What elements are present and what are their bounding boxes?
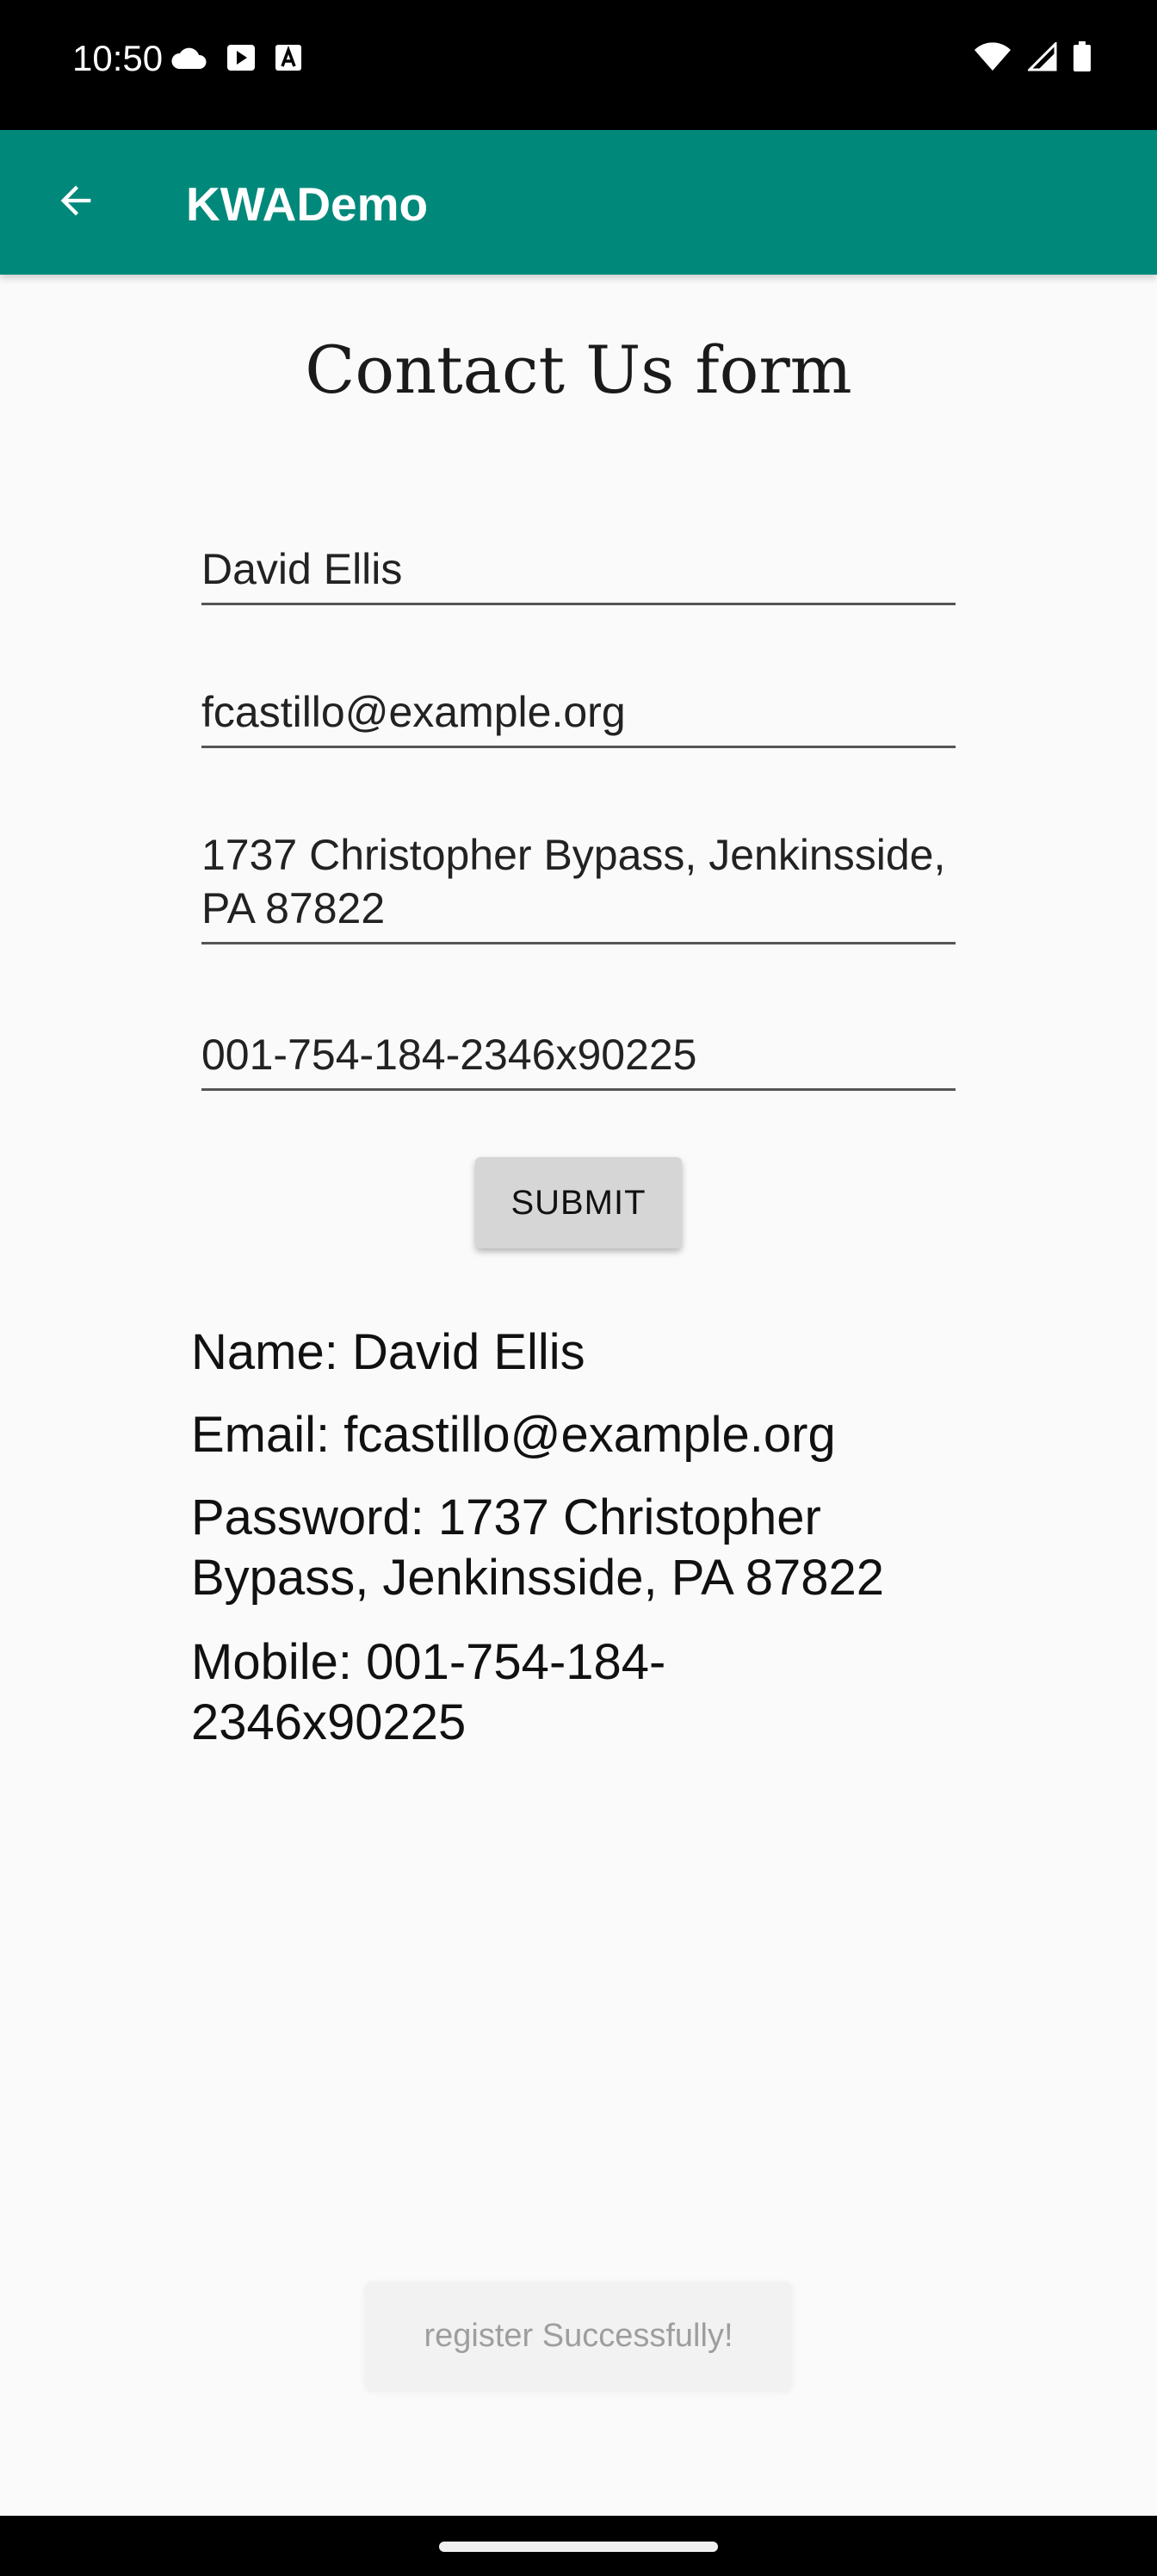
result-email: Email: fcastillo@example.org <box>191 1407 836 1463</box>
battery-icon <box>1073 41 1092 77</box>
address-field[interactable]: 1737 Christopher Bypass, Jenkinsside, PA… <box>201 828 956 944</box>
submit-button[interactable]: SUBMIT <box>475 1157 682 1248</box>
cloud-icon <box>170 43 208 77</box>
toast-message: register Successfully! <box>365 2282 792 2390</box>
play-icon <box>226 43 257 77</box>
status-bar: 10:50 <box>0 0 1157 130</box>
result-mobile: Mobile: 001-754-184-2346x90225 <box>191 1634 666 1750</box>
status-time: 10:50 <box>72 38 164 78</box>
arrow-left-icon <box>53 178 98 227</box>
email-field[interactable]: fcastillo@example.org <box>201 685 956 748</box>
app-title: KWADemo <box>186 177 429 231</box>
form-title: Contact Us form <box>305 331 852 408</box>
wifi-icon <box>973 41 1012 77</box>
app-bar: KWADemo <box>0 130 1157 275</box>
result-password: Password: 1737 Christopher Bypass, Jenki… <box>191 1489 884 1606</box>
mobile-field[interactable]: 001-754-184-2346x90225 <box>201 1028 956 1091</box>
name-field[interactable]: David Ellis <box>201 542 956 605</box>
back-button[interactable] <box>34 161 117 244</box>
home-handle[interactable] <box>439 2542 718 2552</box>
signal-icon <box>1026 40 1057 76</box>
result-name: Name: David Ellis <box>191 1324 585 1380</box>
text-a-icon <box>274 43 303 77</box>
